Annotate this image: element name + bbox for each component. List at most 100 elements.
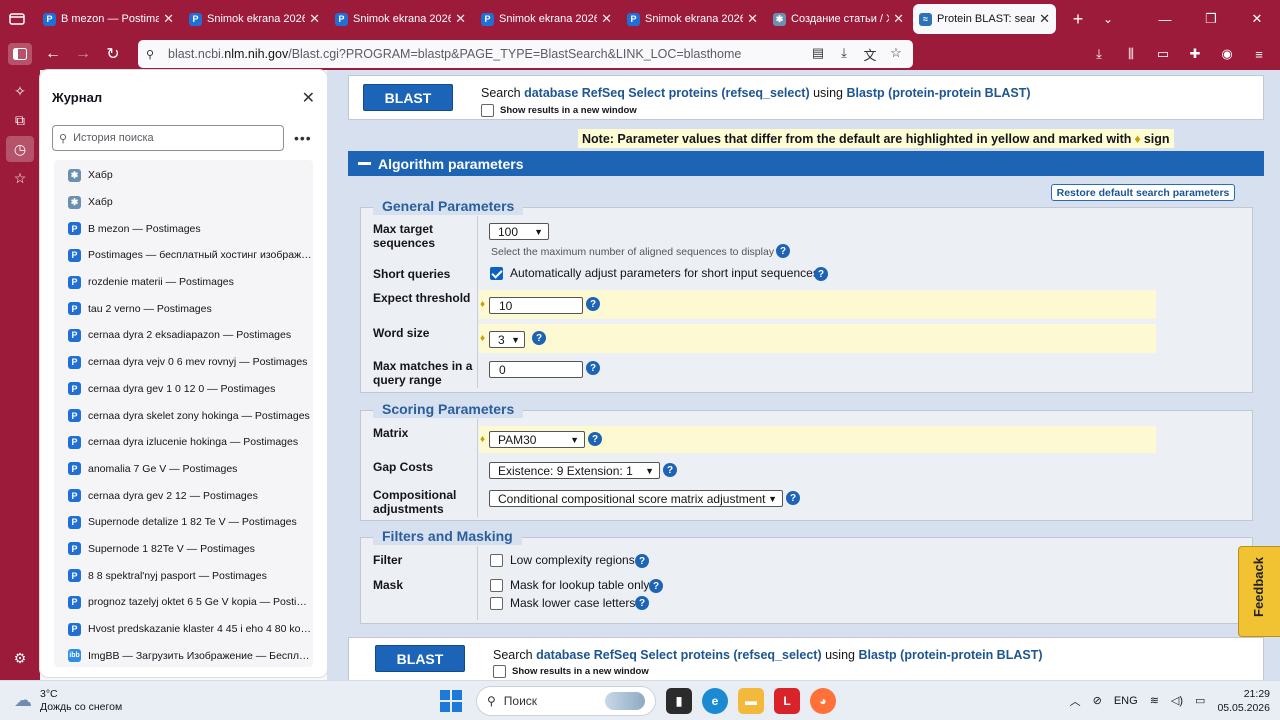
app-menu-icon[interactable]: ≡ — [1246, 41, 1272, 67]
weather-widget[interactable]: ☁ 3°C Дождь со снегом — [14, 688, 122, 714]
site-info-icon[interactable]: ⚲ — [146, 48, 162, 61]
browser-tab[interactable]: P Snimok ekrana 2026 0✕ — [621, 4, 764, 34]
feedback-button[interactable]: Feedback — [1238, 546, 1280, 637]
mask-lookup-checkbox[interactable] — [490, 578, 503, 592]
history-item[interactable]: P Postimages — бесплатный хостинг изображ… — [54, 242, 313, 269]
history-item[interactable]: Pcernaa dyra 2 eksadiapazon — Postimages — [54, 322, 313, 349]
browser-tab[interactable]: ✱ Создание статьи / Хаб ✕ — [767, 4, 910, 34]
short-queries-option[interactable]: Automatically adjust parameters for shor… — [490, 266, 819, 280]
start-button[interactable] — [440, 689, 462, 712]
help-icon[interactable]: ? — [532, 331, 546, 345]
help-icon[interactable]: ? — [586, 361, 600, 375]
low-complexity-option[interactable]: Low complexity regions — [490, 553, 635, 567]
history-item[interactable]: Prozdenie materii — Postimages — [54, 269, 313, 296]
reader-icon[interactable]: ▭ — [1150, 41, 1176, 67]
downloads-icon[interactable]: ⤓ — [1086, 41, 1112, 67]
history-search-input[interactable]: ⚲ История поиска — [52, 125, 284, 151]
blast-button[interactable]: BLAST — [363, 84, 453, 111]
help-icon[interactable]: ? — [786, 491, 800, 505]
url-text[interactable]: blast.ncbi.nlm.nih.gov/Blast.cgi?PROGRAM… — [168, 47, 809, 61]
history-item[interactable]: Pcernaa dyra vejv 0 6 mev rovnyj — Posti… — [54, 349, 313, 376]
firefox-icon[interactable]: ◕ — [810, 687, 836, 714]
app-l-icon[interactable]: L — [774, 687, 800, 714]
browser-tab[interactable]: ≈ Protein BLAST: search✕ — [913, 4, 1056, 34]
help-icon[interactable]: ? — [814, 267, 828, 281]
close-tab-icon[interactable]: ✕ — [1039, 11, 1050, 27]
history-icon[interactable]: ◷ — [6, 136, 34, 162]
help-icon[interactable]: ? — [635, 596, 649, 610]
help-icon[interactable]: ? — [649, 579, 663, 593]
program-link[interactable]: Blastp (protein-protein BLAST) — [846, 86, 1030, 100]
algorithm-parameters-header[interactable]: Algorithm parameters — [348, 151, 1264, 176]
help-icon[interactable]: ? — [663, 463, 677, 477]
close-tab-icon[interactable]: ✕ — [601, 11, 612, 27]
history-item[interactable]: ✱ Хабр — [54, 162, 313, 189]
forward-button[interactable]: → — [68, 39, 98, 69]
database-link[interactable]: database RefSeq Select proteins (refseq_… — [536, 648, 822, 662]
history-item[interactable]: Pcernaa dyra izlucenie hokinga — Postima… — [54, 429, 313, 456]
task-view-icon[interactable]: ▮ — [666, 687, 692, 714]
blast-button[interactable]: BLAST — [375, 645, 465, 672]
history-item[interactable]: Pcernaa dyra skelet zony hokinga — Posti… — [54, 402, 313, 429]
history-item[interactable]: P Supernode detalize 1 82 Te V — Postimag… — [54, 509, 313, 536]
history-item[interactable]: Ptau 2 verno — Postimages — [54, 295, 313, 322]
history-item[interactable]: P B mezon — Postimages — [54, 215, 313, 242]
history-item[interactable]: ibb ImgBB — Загрузить Изображение — Беспл… — [54, 642, 313, 667]
new-window-option[interactable]: Show results in a new window — [493, 665, 649, 678]
database-link[interactable]: database RefSeq Select proteins (refseq_… — [524, 86, 810, 100]
close-tab-icon[interactable]: ✕ — [163, 11, 174, 27]
gap-costs-select[interactable]: Existence: 9 Extension: 1 ▼ — [489, 462, 660, 479]
compositional-adjustments-select[interactable]: Conditional compositional score matrix a… — [489, 490, 783, 507]
input-language[interactable]: ENG — [1114, 695, 1138, 707]
save-to-pocket-icon[interactable]: ⤓ — [835, 45, 853, 64]
mask-lower-checkbox[interactable] — [490, 596, 503, 610]
meet-now-icon[interactable]: ⊘ — [1093, 694, 1102, 707]
help-icon[interactable]: ? — [635, 554, 649, 568]
extensions-icon[interactable]: ✚ — [1182, 41, 1208, 67]
library-icon[interactable]: ⫼ — [1118, 41, 1144, 67]
more-options-icon[interactable]: ••• — [294, 130, 312, 146]
browser-tab[interactable]: P B mezon — Postimages✕ — [37, 4, 180, 34]
close-tab-icon[interactable]: ✕ — [309, 11, 320, 27]
bookmarks-icon[interactable]: ☆ — [6, 165, 34, 191]
close-tab-icon[interactable]: ✕ — [893, 11, 904, 27]
tab-list-menu-button[interactable] — [0, 0, 34, 38]
mask-lower-option[interactable]: Mask lower case letters — [490, 596, 635, 610]
taskbar-search[interactable]: ⚲ Поиск — [476, 685, 656, 716]
history-item[interactable]: Pcernaa dyra gev 1 0 12 0 — Postimages — [54, 376, 313, 403]
history-item[interactable]: P Supernode 1 82Te V — Postimages — [54, 536, 313, 563]
history-item[interactable]: Pprognoz tazelyj oktet 6 5 Ge V kopia — … — [54, 589, 313, 616]
back-button[interactable]: ← — [38, 39, 68, 69]
help-icon[interactable]: ? — [588, 432, 602, 446]
low-complexity-checkbox[interactable] — [490, 553, 503, 567]
sidebar-toggle-button[interactable] — [8, 43, 32, 65]
new-window-checkbox[interactable] — [481, 104, 494, 117]
program-link[interactable]: Blastp (protein-protein BLAST) — [858, 648, 1042, 662]
file-explorer-icon[interactable]: ▬ — [738, 687, 764, 714]
customize-sidebar-gear-icon[interactable]: ⚙ — [6, 645, 34, 671]
close-tab-icon[interactable]: ✕ — [455, 11, 466, 27]
history-item[interactable]: P Hvost predskazanie klaster 4 45 i eho 4… — [54, 616, 313, 643]
volume-icon[interactable]: ◁) — [1171, 694, 1183, 707]
history-item[interactable]: Panomalia 7 Ge V — Postimages — [54, 456, 313, 483]
edge-icon[interactable]: e — [702, 687, 728, 714]
expect-threshold-input[interactable]: 10 — [489, 297, 583, 314]
close-tab-icon[interactable]: ✕ — [747, 11, 758, 27]
new-window-option[interactable]: Show results in a new window — [481, 104, 637, 117]
matrix-select[interactable]: PAM30 ▼ — [489, 431, 585, 448]
browser-tab[interactable]: P Snimok ekrana 2026 0✕ — [183, 4, 326, 34]
browser-tab[interactable]: P Snimok ekrana 2026 0✕ — [475, 4, 618, 34]
reader-view-icon[interactable]: ▤ — [809, 45, 827, 64]
show-hidden-icons-chevron-icon[interactable]: ︿ — [1070, 693, 1081, 709]
account-icon[interactable]: ◉ — [1214, 41, 1240, 67]
battery-icon[interactable]: ▭ — [1195, 694, 1205, 707]
close-icon[interactable]: ✕ — [302, 88, 315, 108]
bookmark-star-icon[interactable]: ☆ — [887, 45, 905, 64]
ai-chatbot-icon[interactable]: ✧ — [6, 78, 34, 104]
browser-tab[interactable]: P Snimok ekrana 2026 0✕ — [329, 4, 472, 34]
translate-icon[interactable]: 文 — [861, 45, 879, 64]
mask-lookup-option[interactable]: Mask for lookup table only — [490, 578, 649, 592]
synced-tabs-icon[interactable]: ⧉ — [6, 107, 34, 133]
history-item[interactable]: P 8 8 spektral'nyj pasport — Postimages — [54, 562, 313, 589]
minimize-button[interactable]: — — [1142, 0, 1188, 38]
